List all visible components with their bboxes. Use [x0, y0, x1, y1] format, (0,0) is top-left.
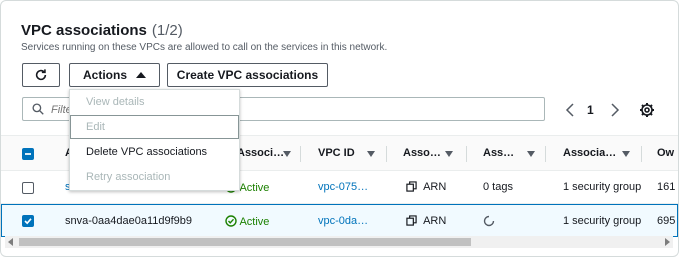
owner-cell: 161	[657, 181, 676, 193]
owner-cell: 695	[657, 215, 676, 227]
panel-description: Services running on these VPCs are allow…	[21, 42, 388, 53]
sort-caret-icon[interactable]	[367, 151, 375, 157]
refresh-button[interactable]	[22, 63, 60, 87]
column-header-vpc-id[interactable]: VPC ID	[318, 147, 355, 159]
sort-caret-icon[interactable]	[527, 151, 535, 157]
gear-icon[interactable]	[639, 102, 655, 118]
column-header-status[interactable]: Associ…	[237, 147, 284, 159]
security-groups-cell: 1 security group	[563, 181, 642, 193]
search-icon	[32, 103, 44, 115]
column-divider[interactable]	[386, 146, 387, 162]
previous-page-icon[interactable]	[565, 103, 575, 117]
current-page-number[interactable]: 1	[587, 103, 594, 117]
minus-icon	[25, 153, 31, 155]
loading-spinner-icon	[483, 215, 495, 227]
arn-text: ARN	[423, 215, 447, 227]
column-header-security-groups[interactable]: Associa…	[563, 147, 616, 159]
check-circle-icon	[225, 215, 237, 227]
column-header-tags[interactable]: Ass…	[483, 147, 514, 159]
refresh-icon	[35, 69, 47, 81]
copy-icon[interactable]	[406, 181, 417, 192]
actions-button-label: Actions	[82, 68, 127, 82]
row-checkbox[interactable]	[22, 182, 34, 194]
security-groups-cell: 1 security group	[563, 215, 642, 227]
vpc-id-link[interactable]: vpc-0da…	[318, 215, 368, 227]
menu-item-view-details[interactable]: View details	[70, 90, 239, 114]
menu-item-label: Edit	[86, 121, 105, 133]
checkmark-icon	[24, 218, 32, 225]
selection-count: (1/2)	[151, 22, 183, 39]
column-divider[interactable]	[641, 146, 642, 162]
create-button-label: Create VPC associations	[176, 68, 319, 82]
create-vpc-associations-button[interactable]: Create VPC associations	[167, 63, 328, 87]
arn-copy[interactable]: ARN	[406, 215, 446, 227]
tags-cell: 0 tags	[483, 181, 513, 193]
menu-item-retry-association[interactable]: Retry association	[70, 165, 239, 189]
caret-up-icon	[136, 72, 146, 78]
status-badge: Active	[225, 215, 269, 228]
next-page-icon[interactable]	[610, 103, 620, 117]
panel-title-text: VPC associations	[21, 22, 147, 39]
column-header-arn[interactable]: Asso…	[403, 147, 441, 159]
arn-copy[interactable]: ARN	[406, 181, 446, 193]
association-name: snva-0aa4dae0a11d9f9b9	[65, 215, 193, 227]
column-divider[interactable]	[545, 146, 546, 162]
status-text: Active	[239, 216, 270, 228]
vpc-id-link[interactable]: vpc-075…	[318, 181, 368, 193]
sort-caret-icon[interactable]	[445, 151, 453, 157]
column-header-owner[interactable]: Ow	[657, 147, 674, 159]
copy-icon[interactable]	[406, 215, 417, 226]
menu-item-label: Delete VPC associations	[86, 146, 208, 158]
actions-dropdown-menu: View details Edit Delete VPC association…	[69, 89, 240, 191]
menu-item-label: Retry association	[86, 171, 171, 183]
sort-caret-icon[interactable]	[622, 151, 630, 157]
select-all-checkbox[interactable]	[22, 148, 34, 160]
arn-text: ARN	[423, 181, 447, 193]
menu-item-delete-vpc-associations[interactable]: Delete VPC associations	[70, 140, 239, 164]
tags-cell	[483, 215, 495, 228]
actions-button[interactable]: Actions	[69, 63, 160, 87]
sort-caret-icon[interactable]	[283, 151, 291, 157]
scroll-right-arrow-icon[interactable]	[665, 238, 670, 246]
vpc-associations-panel: VPC associations (1/2) Services running o…	[0, 0, 679, 257]
column-divider[interactable]	[300, 146, 301, 162]
scrollbar-thumb[interactable]	[19, 238, 471, 246]
horizontal-scrollbar[interactable]	[5, 236, 673, 248]
panel-title: VPC associations (1/2)	[21, 22, 183, 39]
menu-item-edit[interactable]: Edit	[70, 115, 239, 139]
status-text: Active	[239, 182, 270, 194]
column-divider[interactable]	[466, 146, 467, 162]
row-checkbox[interactable]	[22, 215, 34, 227]
table-row-selected[interactable]: snva-0aa4dae0a11d9f9b9 Active vpc-0da… A…	[1, 204, 678, 237]
menu-item-label: View details	[86, 96, 145, 108]
scroll-left-arrow-icon[interactable]	[8, 238, 13, 246]
